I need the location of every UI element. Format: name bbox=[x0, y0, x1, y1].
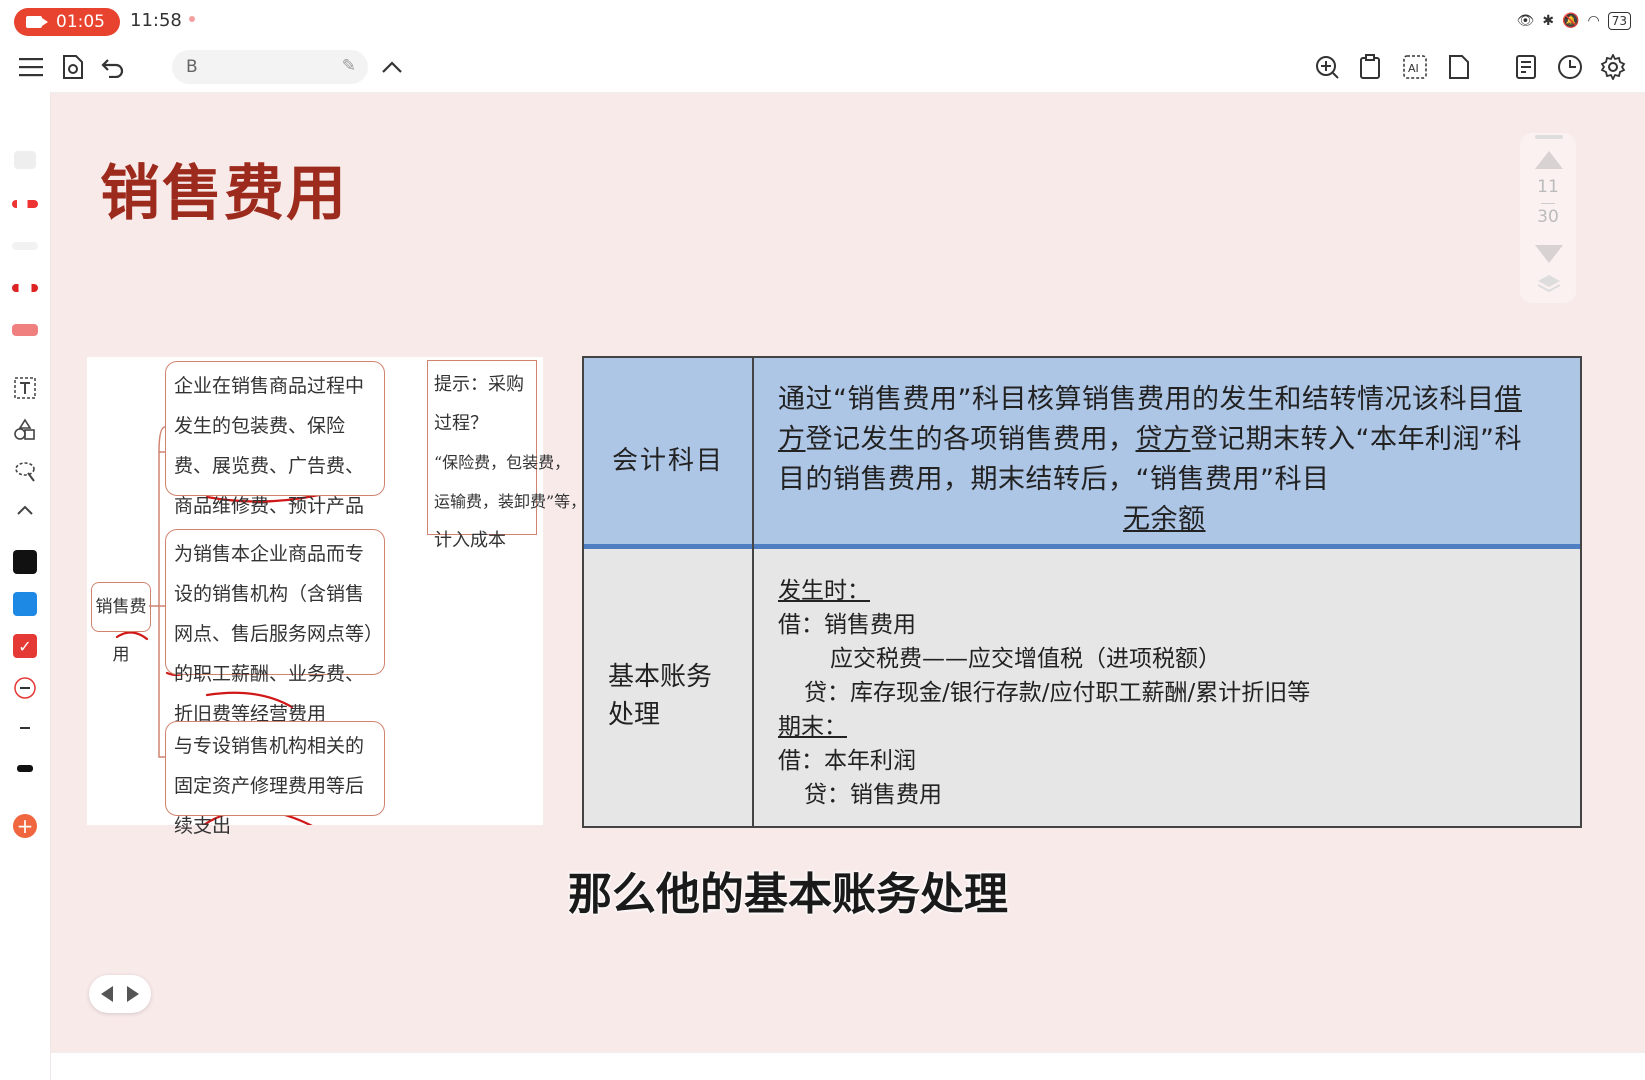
red-pen-tool[interactable] bbox=[10, 192, 40, 216]
journal-entries: 发生时： 借：销售费用 应交税费——应交增值税（进项税额） 贷：库存现金/银行存… bbox=[778, 574, 1548, 812]
white-pen-tool[interactable] bbox=[10, 234, 40, 258]
color-black[interactable] bbox=[10, 550, 40, 574]
zoom-in-icon[interactable] bbox=[1312, 52, 1342, 82]
tip-line: 运输费，装卸费”等， bbox=[434, 492, 587, 511]
page-down-icon[interactable] bbox=[1535, 245, 1563, 263]
bottom-divider bbox=[51, 1052, 1645, 1053]
recording-indicator[interactable]: 01:05 bbox=[14, 8, 120, 36]
page-scroller[interactable]: 11 30 bbox=[1520, 133, 1576, 303]
entry-line: 贷：销售费用 bbox=[804, 782, 942, 808]
mind-map-node: 与专设销售机构相关的固定资产修理费用等后续支出 bbox=[165, 721, 385, 837]
color-red-selected[interactable]: ✓ bbox=[10, 634, 40, 658]
page-current: 11 bbox=[1537, 177, 1559, 197]
mind-map-root: 销售费用 bbox=[91, 582, 151, 665]
lasso-select-icon[interactable] bbox=[10, 460, 40, 484]
entry-line: 期末： bbox=[778, 714, 847, 740]
mind-map-image: 销售费用 企业在销售商品过程中发生的包装费、保险费、展览费、广告费、商品维修费、… bbox=[87, 357, 587, 837]
recording-time: 01:05 bbox=[56, 12, 105, 32]
video-subtitle: 那么他的基本账务处理 bbox=[568, 869, 1008, 920]
notes-icon[interactable] bbox=[1512, 52, 1542, 82]
menu-icon[interactable] bbox=[16, 52, 46, 82]
eraser-tool[interactable] bbox=[10, 148, 40, 172]
check-icon: ✓ bbox=[13, 634, 37, 658]
svg-text:AI: AI bbox=[1408, 62, 1419, 75]
thin-stroke[interactable] bbox=[10, 716, 40, 740]
page-total: 30 bbox=[1537, 207, 1559, 227]
wifi-icon: ◠ bbox=[1587, 13, 1600, 29]
undo-icon[interactable] bbox=[98, 52, 128, 82]
bluetooth-icon: ✱ bbox=[1542, 13, 1555, 29]
battery-icon: 73 bbox=[1607, 12, 1631, 30]
mind-map-node: 企业在销售商品过程中发生的包装费、保险费、展览费、广告费、商品维修费、预计产品质… bbox=[165, 361, 385, 597]
title-input[interactable]: B ✎ bbox=[172, 50, 368, 84]
top-toolbar: B ✎ AI bbox=[0, 42, 1645, 93]
accounting-table: 会计科目 通过“销售费用”科目核算销售费用的发生和结转情况该科目借方登记发生的各… bbox=[582, 356, 1582, 828]
row-label-entries: 基本账务处理 bbox=[608, 662, 713, 730]
tip-line: 计入成本 bbox=[434, 530, 506, 551]
highlighter-tool[interactable] bbox=[10, 318, 40, 342]
eye-icon: 👁 bbox=[1516, 13, 1535, 29]
ai-icon[interactable]: AI bbox=[1400, 52, 1430, 82]
subject-description: 通过“销售费用”科目核算销售费用的发生和结转情况该科目借方登记发生的各项销售费用… bbox=[778, 380, 1548, 540]
underlined-segment: 贷方 bbox=[1135, 424, 1191, 455]
stroke-minus-icon[interactable] bbox=[10, 676, 40, 700]
document-view-icon[interactable] bbox=[58, 52, 88, 82]
shapes-icon[interactable] bbox=[10, 418, 40, 442]
page-icon[interactable] bbox=[1444, 52, 1474, 82]
tip-line: “保险费，包装费， bbox=[434, 453, 571, 472]
clipboard-icon[interactable] bbox=[1355, 52, 1385, 82]
camera-icon bbox=[26, 16, 48, 28]
page-divider bbox=[1541, 203, 1555, 204]
slide-canvas: 销售费用 11 30 销售费用 企业在销售商品过程中发生的包装费、保险费、展览费… bbox=[51, 93, 1645, 1053]
add-tool-icon[interactable]: + bbox=[10, 814, 40, 838]
text-segment: 登记发生的各项销售费用， bbox=[805, 424, 1136, 455]
text-segment: 通过“销售费用”科目核算销售费用的发生和结转情况该科目 bbox=[778, 384, 1495, 415]
page-up-icon[interactable] bbox=[1535, 151, 1563, 169]
history-clock-icon[interactable] bbox=[1555, 52, 1585, 82]
system-icons: 👁 ✱ 🔕 ◠ 73 bbox=[1517, 11, 1631, 31]
chevron-up-icon[interactable] bbox=[377, 52, 407, 82]
entry-line: 贷：库存现金/银行存款/应付职工薪酬/累计折旧等 bbox=[804, 680, 1311, 706]
title-input-value: B bbox=[186, 57, 198, 77]
notification-dot bbox=[189, 16, 195, 22]
entry-line: 发生时： bbox=[778, 578, 870, 604]
next-arrow-icon[interactable] bbox=[127, 986, 139, 1002]
entry-line: 应交税费——应交增值税（进项税额） bbox=[830, 646, 1221, 672]
slide-nav-pill[interactable] bbox=[89, 975, 151, 1013]
layers-icon[interactable] bbox=[1536, 273, 1562, 295]
clock: 11:58 bbox=[130, 10, 182, 31]
color-blue[interactable] bbox=[10, 592, 40, 616]
drawing-tool-rail: ✓ + bbox=[0, 92, 51, 1080]
underlined-segment: 无余额 bbox=[1123, 504, 1206, 535]
status-bar: 01:05 11:58 👁 ✱ 🔕 ◠ 73 bbox=[0, 0, 1645, 42]
mind-map-tip: 提示：采购过程？ “保险费，包装费， 运输费，装卸费”等， 计入成本 bbox=[427, 360, 587, 551]
scroller-handle[interactable] bbox=[1535, 135, 1563, 139]
tip-line: 提示：采购过程？ bbox=[434, 374, 524, 434]
edit-pencil-icon[interactable]: ✎ bbox=[342, 56, 356, 76]
text-tool-icon[interactable] bbox=[10, 376, 40, 400]
prev-arrow-icon[interactable] bbox=[101, 986, 113, 1002]
entry-line: 借：销售费用 bbox=[778, 612, 916, 638]
thick-stroke[interactable] bbox=[10, 756, 40, 780]
column-divider bbox=[752, 358, 754, 826]
entry-line: 借：本年利润 bbox=[778, 748, 916, 774]
collapse-chevron-icon[interactable] bbox=[10, 498, 40, 522]
marker-tool[interactable] bbox=[10, 276, 40, 300]
mind-map-node: 为销售本企业商品而专设的销售机构（含销售网点、售后服务网点等）的职工薪酬、业务费… bbox=[165, 529, 385, 725]
slide-title: 销售费用 bbox=[100, 159, 348, 229]
settings-gear-icon[interactable] bbox=[1598, 52, 1628, 82]
mute-icon: 🔕 bbox=[1562, 13, 1580, 29]
row-label-subject: 会计科目 bbox=[611, 446, 724, 476]
